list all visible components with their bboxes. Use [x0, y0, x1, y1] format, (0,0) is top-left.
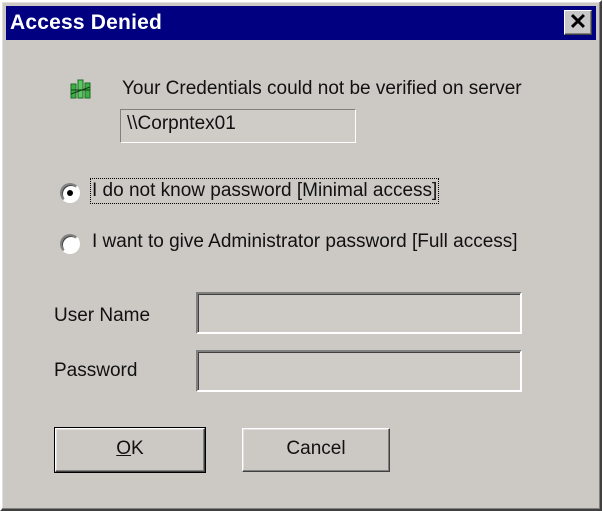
username-input[interactable] — [196, 292, 522, 334]
dialog-title: Access Denied — [10, 11, 163, 34]
cancel-button[interactable]: Cancel — [242, 428, 390, 472]
close-button[interactable]: ✕ — [564, 10, 592, 35]
ok-mnemonic: O — [116, 438, 132, 459]
option-full-access-label[interactable]: I want to give Administrator password [F… — [92, 231, 518, 253]
access-denied-dialog: Access Denied ✕ Your Credentials could n… — [0, 0, 602, 511]
close-icon: ✕ — [568, 9, 588, 34]
ok-label-rest: K — [131, 438, 144, 459]
radio-full-access[interactable] — [60, 234, 80, 254]
password-label: Password — [54, 360, 138, 381]
error-message: Your Credentials could not be verified o… — [122, 78, 522, 99]
network-servers-icon — [70, 79, 91, 99]
radio-selected-dot — [67, 190, 73, 196]
server-name-field: \\Corpntex01 — [120, 109, 356, 143]
ok-button[interactable]: OK — [54, 427, 206, 473]
option-minimal-access-label[interactable]: I do not know password [Minimal access] — [89, 178, 440, 204]
radio-minimal-access[interactable] — [60, 183, 80, 203]
password-input[interactable] — [196, 350, 522, 392]
title-bar[interactable]: Access Denied ✕ — [6, 6, 596, 40]
username-label: User Name — [54, 305, 151, 326]
